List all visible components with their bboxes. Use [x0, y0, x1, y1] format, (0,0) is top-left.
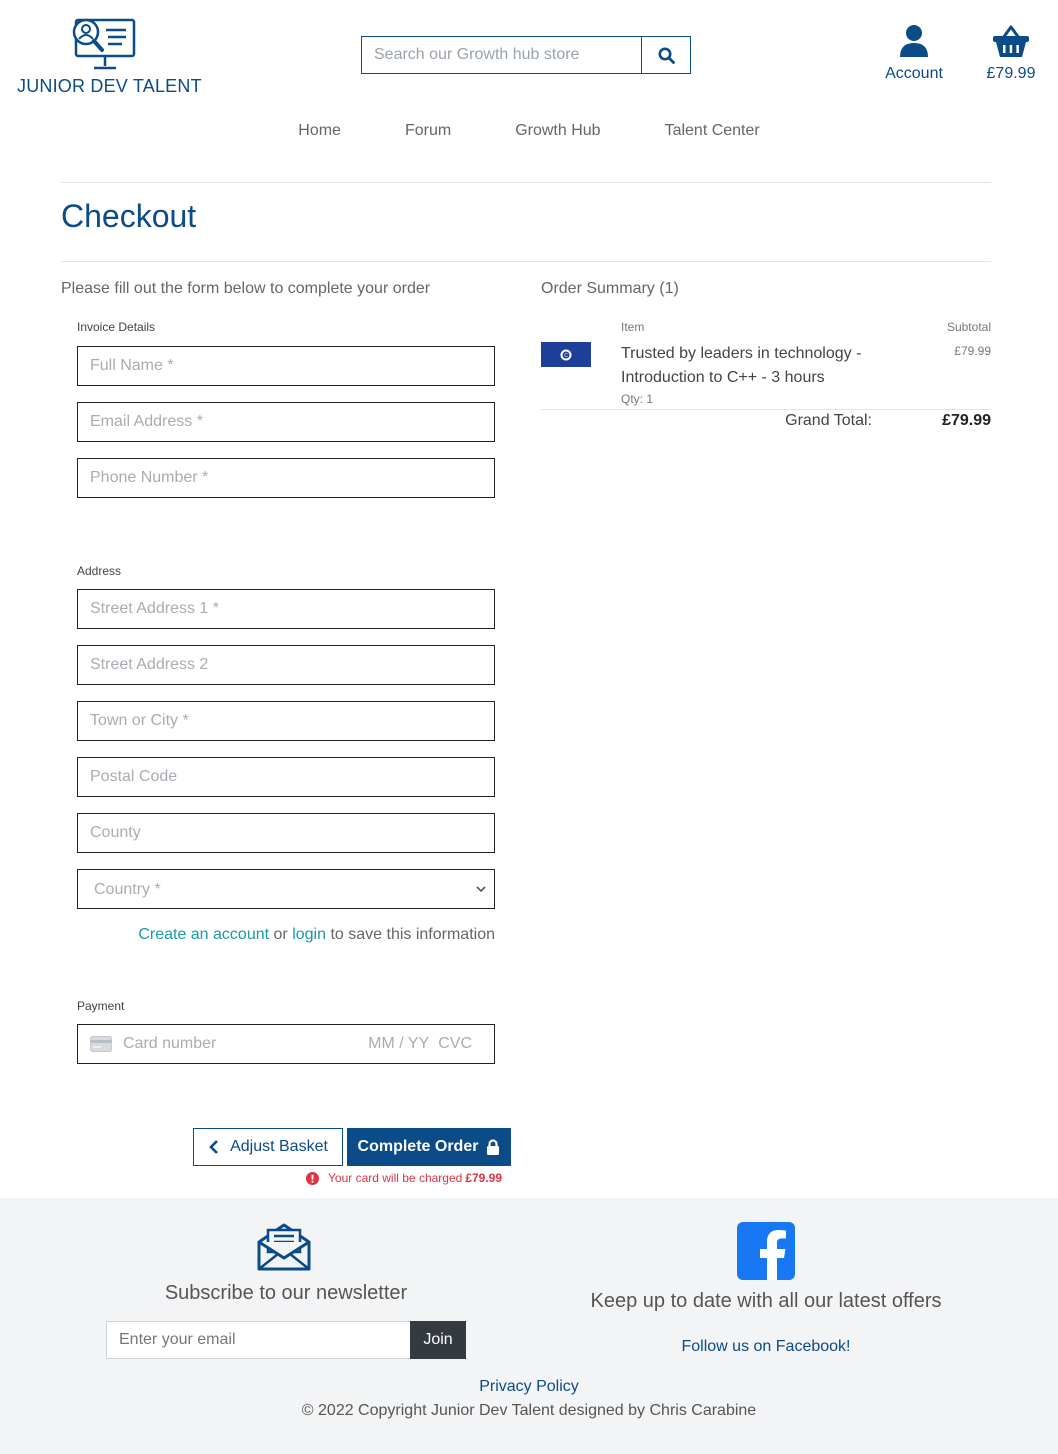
nav-forum[interactable]: Forum: [405, 122, 451, 140]
column-header-item: Item: [621, 320, 645, 334]
product-thumbnail: C: [541, 342, 591, 367]
country-select[interactable]: Country *: [78, 870, 494, 908]
country-field: Country *: [77, 869, 495, 909]
adjust-basket-button[interactable]: Adjust Basket: [193, 1128, 343, 1166]
order-item-qty: Qty: 1: [621, 392, 654, 406]
facebook-title: Keep up to date with all our latest offe…: [590, 1290, 942, 1312]
card-expiry-placeholder: MM / YY: [368, 1035, 430, 1052]
street-address-1-field: [77, 589, 495, 629]
complete-order-label: Complete Order: [357, 1138, 479, 1155]
divider: [541, 409, 991, 410]
newsletter-form: Join: [106, 1321, 466, 1359]
order-item-name: Trusted by leaders in technology - Intro…: [621, 345, 862, 386]
complete-order-button[interactable]: Complete Order: [347, 1128, 511, 1166]
credit-card-icon: [90, 1036, 112, 1052]
phone-input[interactable]: [78, 459, 494, 497]
search-bar: [361, 36, 691, 74]
page-title: Checkout: [61, 198, 197, 234]
search-icon: [658, 47, 675, 64]
facebook-f-icon: [760, 1230, 786, 1280]
invoice-details-label: Invoice Details: [77, 320, 156, 334]
account-label: Account: [885, 65, 943, 82]
basket-link[interactable]: £79.99: [980, 24, 1042, 83]
envelope-icon: [257, 1223, 311, 1271]
grand-total-value: £79.99: [942, 412, 991, 429]
save-info-or: or: [273, 926, 288, 943]
town-input[interactable]: [78, 702, 494, 740]
order-item-price: £79.99: [954, 344, 991, 358]
full-name-field: [77, 346, 495, 386]
brand-name: JUNIOR DEV TALENT: [17, 76, 202, 96]
developer-monitor-icon: [72, 18, 136, 70]
privacy-policy-link[interactable]: Privacy Policy: [0, 1378, 1058, 1396]
column-header-subtotal: Subtotal: [946, 320, 991, 334]
save-info-text: Create an account or login to save this …: [77, 926, 495, 944]
brand-logo[interactable]: JUNIOR DEV TALENT: [16, 14, 202, 98]
charge-text: Your card will be charged: [328, 1171, 463, 1185]
street-address-2-input[interactable]: [78, 646, 494, 684]
charge-notice: Your card will be charged £79.99: [306, 1171, 502, 1185]
facebook-link[interactable]: Follow us on Facebook!: [566, 1338, 966, 1356]
account-link[interactable]: Account: [878, 24, 950, 83]
order-summary-title: Order Summary (1): [541, 280, 679, 297]
exclamation-circle-icon: [306, 1171, 319, 1185]
nav-talent-center[interactable]: Talent Center: [665, 122, 760, 140]
adjust-basket-label: Adjust Basket: [230, 1138, 328, 1155]
charge-amount: £79.99: [465, 1171, 503, 1185]
basket-icon: [993, 25, 1029, 57]
create-account-link[interactable]: Create an account: [138, 926, 269, 943]
address-label: Address: [77, 564, 122, 578]
postal-code-input[interactable]: [78, 758, 494, 796]
save-info-suffix: to save this information: [330, 926, 495, 943]
basket-total: £79.99: [986, 65, 1036, 82]
divider: [61, 261, 991, 262]
svg-text:C: C: [564, 353, 568, 359]
nav-growth-hub[interactable]: Growth Hub: [515, 122, 600, 140]
county-field: [77, 813, 495, 853]
card-cvc-placeholder: CVC: [438, 1035, 472, 1052]
login-link[interactable]: login: [292, 926, 326, 943]
divider: [61, 182, 991, 183]
street-address-2-field: [77, 645, 495, 685]
nav-home[interactable]: Home: [298, 122, 341, 140]
cpp-logo-icon: C: [560, 349, 572, 360]
search-button[interactable]: [641, 37, 690, 73]
card-number-placeholder: Card number: [123, 1035, 217, 1052]
newsletter-title: Subscribe to our newsletter: [164, 1282, 408, 1304]
card-element[interactable]: Card number MM / YY CVC: [77, 1024, 495, 1064]
postal-code-field: [77, 757, 495, 797]
full-name-input[interactable]: [78, 347, 494, 385]
email-input[interactable]: [78, 403, 494, 441]
email-field: [77, 402, 495, 442]
grand-total-label: Grand Total:: [785, 412, 872, 429]
county-input[interactable]: [78, 814, 494, 852]
form-intro: Please fill out the form below to comple…: [61, 280, 431, 297]
chevron-left-icon: [209, 1140, 218, 1154]
chevron-down-icon: [476, 886, 486, 893]
main-nav: Home Forum Growth Hub Talent Center: [0, 122, 1058, 140]
lock-icon: [487, 1139, 500, 1155]
search-input[interactable]: [362, 37, 641, 73]
user-icon: [900, 25, 928, 57]
join-button[interactable]: Join: [410, 1321, 466, 1359]
payment-label: Payment: [77, 999, 125, 1013]
phone-field: [77, 458, 495, 498]
facebook-icon[interactable]: [737, 1222, 795, 1280]
street-address-1-input[interactable]: [78, 590, 494, 628]
copyright: © 2022 Copyright Junior Dev Talent desig…: [301, 1402, 757, 1419]
newsletter-email-input[interactable]: [106, 1321, 410, 1359]
town-field: [77, 701, 495, 741]
